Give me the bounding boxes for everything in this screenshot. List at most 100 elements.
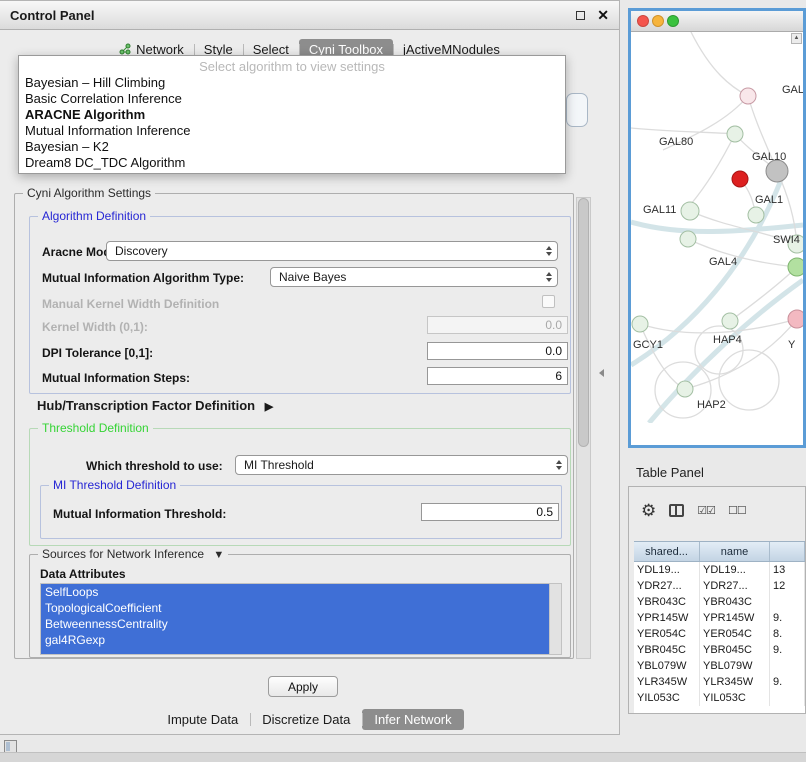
table-cell: 8. — [770, 626, 805, 642]
attribute-list[interactable]: SelfLoops TopologicalCoefficient Between… — [40, 583, 562, 655]
dpi-tolerance-input[interactable] — [427, 342, 568, 360]
tab-label: Infer Network — [374, 712, 451, 727]
table-panel-window: ⚙ ☑☑ ☐☐ shared... name YDL19... YDL19...… — [628, 486, 806, 714]
hub-definition-expander[interactable]: Hub/Transcription Factor Definition ▶ — [37, 398, 273, 413]
combo-arrows-icon — [546, 272, 552, 282]
window-bottom-edge — [0, 752, 806, 762]
network-node[interactable] — [748, 207, 764, 223]
aracne-mode-select[interactable]: Discovery — [106, 241, 558, 261]
attribute-item[interactable]: gal4RGexp — [41, 632, 549, 648]
node-label: GAL10 — [752, 151, 786, 163]
sources-expander[interactable]: Sources for Network Inference ▼ — [38, 547, 228, 561]
node-label: GCY1 — [633, 339, 663, 351]
algorithm-option[interactable]: Mutual Information Inference — [19, 123, 565, 139]
mi-type-select[interactable]: Naive Bayes — [270, 267, 558, 287]
mi-threshold-input[interactable] — [421, 503, 559, 521]
table-panel-title: Table Panel — [636, 465, 704, 480]
network-node[interactable] — [722, 313, 738, 329]
panel-scrollbar-thumb[interactable] — [578, 198, 589, 447]
network-node-gray[interactable] — [766, 160, 788, 182]
table-row[interactable]: YBR045C YBR045C 9. — [634, 642, 805, 658]
network-node[interactable] — [727, 126, 743, 142]
algorithm-option[interactable]: Dream8 DC_TDC Algorithm — [19, 155, 565, 171]
close-icon[interactable]: ✕ — [597, 8, 609, 22]
table-cell: 13 — [770, 562, 805, 578]
table-row[interactable]: YPR145W YPR145W 9. — [634, 610, 805, 626]
table-row[interactable]: YBL079W YBL079W — [634, 658, 805, 674]
table-cell: YDL19... — [634, 562, 700, 578]
table-row[interactable]: YLR345W YLR345W 9. — [634, 674, 805, 690]
table-row[interactable]: YBR043C YBR043C — [634, 594, 805, 610]
table-cell: YIL053C — [700, 690, 770, 706]
columns-icon[interactable] — [669, 504, 684, 517]
column-header[interactable]: shared... — [634, 542, 700, 561]
manual-kernel-checkbox[interactable] — [542, 295, 555, 308]
combo-arrows-icon — [546, 246, 552, 256]
network-node[interactable] — [680, 231, 696, 247]
node-label: SWI4 — [773, 234, 800, 246]
network-edge — [649, 280, 803, 423]
mi-steps-label: Mutual Information Steps: — [42, 371, 190, 385]
expand-right-icon: ▶ — [265, 401, 273, 413]
deselect-all-icon[interactable]: ☐☐ — [728, 504, 746, 517]
network-node[interactable] — [632, 316, 648, 332]
table-row[interactable]: YER054C YER054C 8. — [634, 626, 805, 642]
network-node[interactable] — [681, 202, 699, 220]
gear-icon[interactable]: ⚙ — [641, 502, 656, 519]
table-cell: YBL079W — [700, 658, 770, 674]
table-cell: YLR345W — [634, 674, 700, 690]
minimize-window-icon[interactable] — [653, 16, 664, 27]
table-cell: 9. — [770, 642, 805, 658]
column-header[interactable] — [770, 542, 805, 561]
float-window-icon[interactable] — [576, 11, 585, 20]
network-node-pink[interactable] — [788, 310, 803, 328]
network-window-titlebar — [631, 11, 803, 32]
apply-button[interactable]: Apply — [268, 676, 338, 697]
table-cell: YIL053C — [634, 690, 700, 706]
scroll-up-icon[interactable]: ▲ — [791, 33, 802, 44]
algorithm-option[interactable]: Bayesian – K2 — [19, 139, 565, 155]
which-threshold-select[interactable]: MI Threshold — [235, 455, 568, 475]
mi-steps-input[interactable] — [427, 367, 568, 385]
table-row[interactable]: YDR27... YDR27... 12 — [634, 578, 805, 594]
attribute-item-partial[interactable] — [41, 648, 549, 655]
table-cell: YBL079W — [634, 658, 700, 674]
zoom-window-icon[interactable] — [668, 16, 679, 27]
network-edge — [691, 32, 748, 96]
panel-scrollbar-track[interactable] — [576, 197, 591, 659]
kernel-width-input[interactable] — [427, 316, 568, 334]
node-label: GAL — [782, 84, 803, 96]
network-tab-icon — [119, 43, 131, 55]
algorithm-dropdown-list: Select algorithm to view settings Bayesi… — [18, 55, 566, 174]
select-all-icon[interactable]: ☑☑ — [697, 504, 715, 517]
scroll-thumb-fragment[interactable] — [566, 93, 588, 127]
algorithm-option[interactable]: Bayesian – Hill Climbing — [19, 75, 565, 91]
table-row[interactable]: YIL053C YIL053C — [634, 690, 805, 706]
network-node[interactable] — [677, 381, 693, 397]
table-cell: 12 — [770, 578, 805, 594]
algorithm-option-selected[interactable]: ARACNE Algorithm — [19, 107, 565, 123]
algorithm-option[interactable]: Basic Correlation Inference — [19, 91, 565, 107]
table-header-row: shared... name — [634, 541, 805, 562]
network-node[interactable] — [740, 88, 756, 104]
close-window-icon[interactable] — [638, 16, 649, 27]
node-label: GAL1 — [755, 194, 783, 206]
threshold-definition-title: Threshold Definition — [38, 421, 153, 435]
network-canvas[interactable]: GAL GAL80 GAL10 GAL11 GAL1 SWI4 GAL4 GCY… — [631, 32, 803, 423]
manual-kernel-label: Manual Kernel Width Definition — [42, 297, 219, 311]
tab-discretize-data[interactable]: Discretize Data — [250, 709, 362, 730]
attribute-item[interactable]: SelfLoops — [41, 584, 549, 600]
tab-infer-network[interactable]: Infer Network — [362, 709, 463, 730]
attribute-list-scrollbar[interactable] — [549, 584, 561, 654]
column-header[interactable]: name — [700, 542, 770, 561]
attribute-item[interactable]: TopologicalCoefficient — [41, 600, 549, 616]
attribute-item[interactable]: BetweennessCentrality — [41, 616, 549, 632]
network-node-red[interactable] — [732, 171, 748, 187]
network-node-green[interactable] — [788, 258, 803, 276]
node-label: GAL4 — [709, 256, 737, 268]
tab-impute-data[interactable]: Impute Data — [155, 709, 250, 730]
split-pane-collapse-handle[interactable] — [599, 369, 604, 377]
network-self-loop — [719, 350, 779, 410]
table-row[interactable]: YDL19... YDL19... 13 — [634, 562, 805, 578]
table-cell: YER054C — [634, 626, 700, 642]
